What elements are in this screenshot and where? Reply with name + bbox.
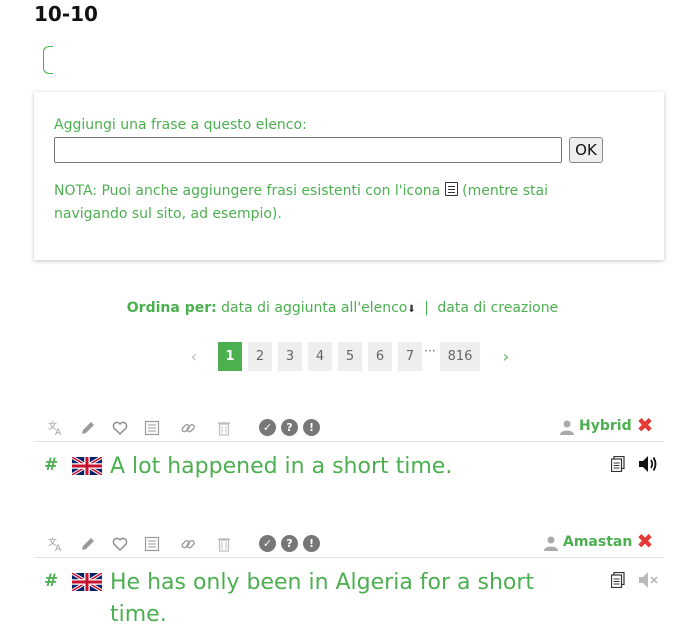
page-816-button[interactable]: 816 xyxy=(440,342,480,371)
page-3-button[interactable]: 3 xyxy=(278,342,302,371)
translate-icon[interactable]: 文A xyxy=(48,536,64,552)
review-unsure-icon[interactable]: ? xyxy=(281,419,298,436)
copy-icon[interactable] xyxy=(610,571,625,589)
sentence-text[interactable]: He has only been in Algeria for a short … xyxy=(110,567,580,631)
sentence-owner-link[interactable]: Amastan xyxy=(563,534,632,550)
remove-from-list-icon[interactable]: ✖ xyxy=(636,415,654,435)
review-unsure-icon[interactable]: ? xyxy=(281,535,298,552)
sentence-hash-link[interactable]: # xyxy=(44,455,58,475)
sort-by-date-added-label: data di aggiunta all'elenco xyxy=(221,300,408,316)
delete-icon[interactable] xyxy=(216,420,232,436)
audio-play-icon[interactable] xyxy=(638,455,658,473)
remove-from-list-icon[interactable]: ✖ xyxy=(636,531,654,551)
page-5-button[interactable]: 5 xyxy=(338,342,362,371)
favorite-icon[interactable] xyxy=(112,420,128,436)
favorite-icon[interactable] xyxy=(112,536,128,552)
page-1-button[interactable]: 1 xyxy=(218,342,242,371)
link-icon[interactable] xyxy=(180,420,196,436)
audio-unavailable-icon xyxy=(638,571,658,589)
sentence-owner-link[interactable]: Hybrid xyxy=(579,418,632,434)
sort-by-date-added[interactable]: data di aggiunta all'elenco⬇ xyxy=(221,300,416,316)
english-flag-icon xyxy=(71,571,103,593)
sentence-text[interactable]: A lot happened in a short time. xyxy=(110,451,452,483)
page-2-button[interactable]: 2 xyxy=(248,342,272,371)
add-to-list-icon[interactable] xyxy=(144,420,160,436)
pagination-ellipsis: ··· xyxy=(424,344,436,358)
add-sentence-note: NOTA: Puoi anche aggiungere frasi esiste… xyxy=(54,180,614,226)
sentence-text-line: A lot happened in a short time. xyxy=(110,454,453,479)
page-7-button[interactable]: 7 xyxy=(398,342,422,371)
sort-direction-down-icon: ⬇ xyxy=(407,304,416,315)
copy-icon[interactable] xyxy=(610,455,625,473)
review-not-ok-icon[interactable]: ! xyxy=(303,535,320,552)
svg-text:A: A xyxy=(55,428,62,436)
add-to-list-icon[interactable] xyxy=(144,536,160,552)
ok-button[interactable]: OK xyxy=(569,137,603,163)
add-sentence-panel: Aggiungi una frase a questo elenco: OK N… xyxy=(34,92,664,260)
sort-label: Ordina per: xyxy=(126,300,217,316)
add-to-list-icon xyxy=(444,182,458,196)
link-icon[interactable] xyxy=(180,536,196,552)
next-page-button[interactable]: › xyxy=(494,342,518,371)
translate-icon[interactable]: 文A xyxy=(48,420,64,436)
user-icon xyxy=(559,419,575,435)
sentence-hash-link[interactable]: # xyxy=(44,571,58,591)
user-icon xyxy=(543,535,559,551)
sort-by-date-created[interactable]: data di creazione xyxy=(437,300,558,316)
svg-text:A: A xyxy=(55,544,62,552)
add-sentence-label: Aggiungi una frase a questo elenco: xyxy=(54,117,307,133)
note-text-start: NOTA: Puoi anche aggiungere frasi esiste… xyxy=(54,183,441,199)
prev-page-button[interactable]: ‹ xyxy=(182,342,206,371)
review-not-ok-icon[interactable]: ! xyxy=(303,419,320,436)
sentence-item: 文A ✓ ? ! Amastan ✖ # He has only been in… xyxy=(34,530,664,627)
sort-separator: | xyxy=(424,300,429,316)
english-flag-icon xyxy=(71,455,103,477)
add-sentence-input[interactable] xyxy=(54,137,562,163)
sentence-text-line: time. xyxy=(110,602,167,627)
page-4-button[interactable]: 4 xyxy=(308,342,332,371)
review-ok-icon[interactable]: ✓ xyxy=(259,535,276,552)
sentence-toolbar: 文A ✓ ? ! Hybrid ✖ xyxy=(34,414,664,442)
delete-icon[interactable] xyxy=(216,536,232,552)
sort-bar: Ordina per: data di aggiunta all'elenco⬇… xyxy=(0,300,685,316)
sentence-item: 文A ✓ ? ! Hybrid ✖ # A lot happened in a … xyxy=(34,414,664,494)
page-6-button[interactable]: 6 xyxy=(368,342,392,371)
edit-icon[interactable] xyxy=(80,536,96,552)
sentence-toolbar: 文A ✓ ? ! Amastan ✖ xyxy=(34,530,664,558)
edit-icon[interactable] xyxy=(80,420,96,436)
sentence-text-line: He has only been in Algeria for a short xyxy=(110,570,535,595)
description-bracket xyxy=(43,46,53,74)
page-title: 10-10 xyxy=(34,2,98,26)
review-ok-icon[interactable]: ✓ xyxy=(259,419,276,436)
